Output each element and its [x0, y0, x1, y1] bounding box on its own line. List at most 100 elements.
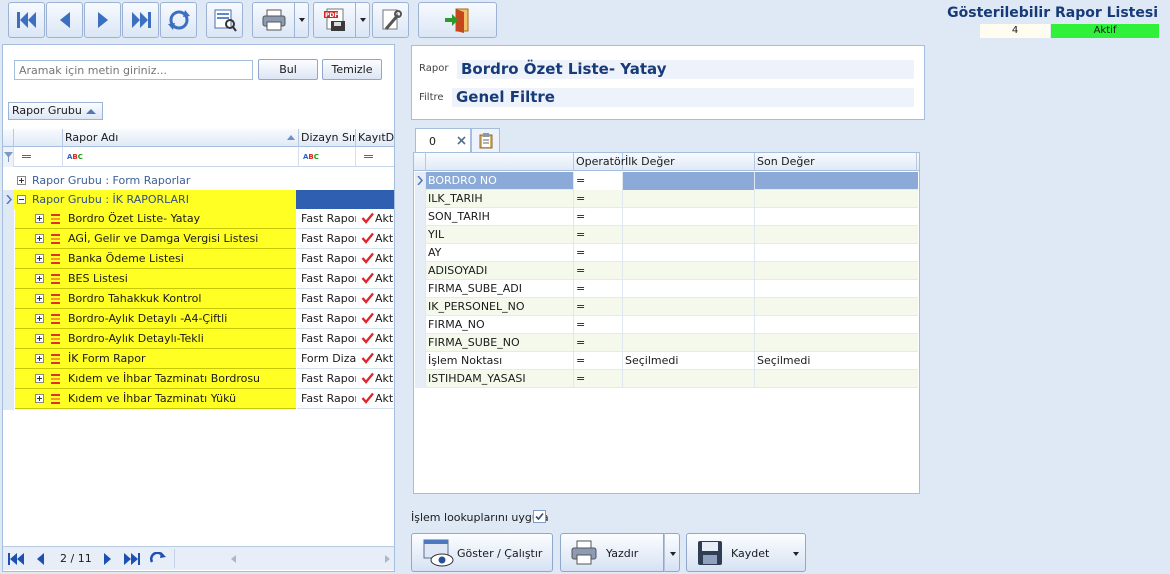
find-button[interactable]: Bul	[258, 59, 318, 80]
expand-icon[interactable]	[35, 354, 44, 363]
last-value-cell[interactable]	[755, 316, 918, 334]
report-row[interactable]: BES Listesi Fast Rapor Aktif	[3, 269, 394, 289]
report-row[interactable]: Bordro Tahakkuk Kontrol Fast Rapor Aktif	[3, 289, 394, 309]
close-icon[interactable]	[457, 136, 466, 145]
first-value-cell[interactable]	[623, 370, 755, 388]
first-value-cell[interactable]	[623, 298, 755, 316]
column-header-parameter[interactable]	[426, 153, 574, 171]
save-button[interactable]: Kaydet	[686, 533, 806, 572]
first-value-cell[interactable]	[623, 208, 755, 226]
report-row[interactable]: İK Form Rapor Form Dizayn Aktif	[3, 349, 394, 369]
expand-icon[interactable]	[35, 254, 44, 263]
expand-icon[interactable]	[35, 274, 44, 283]
pdf-export-button[interactable]: PDF	[313, 2, 356, 38]
parameter-row[interactable]: FIRMA_NO =	[415, 316, 918, 334]
next-record-button[interactable]	[84, 2, 121, 38]
report-row[interactable]: Kıdem ve İhbar Tazminatı Bordrosu Fast Ra…	[3, 369, 394, 389]
first-value-cell[interactable]: Seçilmedi	[623, 352, 755, 370]
expand-icon[interactable]	[35, 394, 44, 403]
filter-cell-indent[interactable]	[14, 147, 63, 167]
column-header-record-status[interactable]: KayıtDurumu	[356, 129, 394, 147]
scroll-left-icon[interactable]	[231, 555, 237, 563]
parameter-row[interactable]: BORDRO NO =	[415, 172, 918, 190]
report-row[interactable]: Bordro-Aylık Detaylı -A4-Çiftli Fast Rapo…	[3, 309, 394, 329]
refresh-icon[interactable]	[149, 552, 167, 566]
prev-page-icon[interactable]	[35, 552, 45, 566]
settings-button[interactable]	[372, 2, 409, 38]
last-page-icon[interactable]	[123, 552, 141, 566]
operator-cell[interactable]: =	[574, 352, 623, 370]
column-header-first-value[interactable]: İlk Değer	[623, 153, 755, 171]
report-row[interactable]: Bordro Özet Liste- Yatay Fast Rapor Aktif	[3, 209, 394, 229]
operator-cell[interactable]: =	[574, 244, 623, 262]
filter-cell-design-class[interactable]: ABC	[299, 147, 356, 167]
expand-icon[interactable]	[35, 334, 44, 343]
print-toolbar-button[interactable]	[252, 2, 295, 38]
expand-icon[interactable]	[35, 294, 44, 303]
last-value-cell[interactable]	[755, 370, 918, 388]
operator-cell[interactable]: =	[574, 262, 623, 280]
expand-icon[interactable]	[35, 314, 44, 323]
last-value-cell[interactable]	[755, 262, 918, 280]
operator-cell[interactable]: =	[574, 334, 623, 352]
collapse-icon[interactable]	[17, 195, 26, 204]
last-value-cell[interactable]	[755, 172, 918, 190]
operator-cell[interactable]: =	[574, 370, 623, 388]
report-row[interactable]: Banka Ödeme Listesi Fast Rapor Aktif	[3, 249, 394, 269]
first-value-cell[interactable]	[623, 190, 755, 208]
expand-icon[interactable]	[35, 374, 44, 383]
operator-cell[interactable]: =	[574, 208, 623, 226]
refresh-button[interactable]	[160, 2, 197, 38]
parameter-row[interactable]: FIRMA_SUBE_ADI =	[415, 280, 918, 298]
last-value-cell[interactable]	[755, 244, 918, 262]
print-button[interactable]: Yazdır	[560, 533, 664, 572]
filter-cell-report-name[interactable]: ABC	[63, 147, 299, 167]
last-value-cell[interactable]	[755, 208, 918, 226]
expand-icon[interactable]	[35, 234, 44, 243]
first-value-cell[interactable]	[623, 280, 755, 298]
group-row-form-raporlar[interactable]: Rapor Grubu : Form Raporlar	[3, 171, 394, 190]
group-by-chip[interactable]: Rapor Grubu	[8, 102, 103, 120]
horizontal-scrollbar[interactable]	[174, 549, 392, 568]
previous-record-button[interactable]	[46, 2, 83, 38]
print-dropdown-arrow[interactable]	[664, 533, 680, 572]
scroll-right-icon[interactable]	[384, 555, 390, 563]
lookup-checkbox[interactable]	[533, 510, 546, 523]
report-row[interactable]: Bordro-Aylık Detaylı-Tekli Fast Rapor Akti…	[3, 329, 394, 349]
parameter-row[interactable]: ILK_TARIH =	[415, 190, 918, 208]
last-record-button[interactable]	[122, 2, 159, 38]
parameter-row[interactable]: İşlem Noktası = Seçilmedi Seçilmedi	[415, 352, 918, 370]
column-header-design-class[interactable]: Dizayn Sınıfı	[299, 129, 356, 147]
parameter-row[interactable]: ISTIHDAM_YASASI =	[415, 370, 918, 388]
report-row[interactable]: AGİ, Gelir ve Damga Vergisi Listesi Fast …	[3, 229, 394, 249]
first-record-button[interactable]	[8, 2, 45, 38]
show-run-button[interactable]: Göster / Çalıştır	[411, 533, 553, 572]
last-value-cell[interactable]	[755, 190, 918, 208]
operator-cell[interactable]: =	[574, 298, 623, 316]
first-value-cell[interactable]	[623, 226, 755, 244]
expand-icon[interactable]	[17, 176, 26, 185]
first-value-cell[interactable]	[623, 334, 755, 352]
last-value-cell[interactable]: Seçilmedi	[755, 352, 918, 370]
last-value-cell[interactable]	[755, 280, 918, 298]
parameter-row[interactable]: ADISOYADI =	[415, 262, 918, 280]
search-input[interactable]	[14, 60, 253, 80]
first-page-icon[interactable]	[7, 552, 25, 566]
tab-add[interactable]	[471, 128, 500, 152]
parameter-row[interactable]: IK_PERSONEL_NO =	[415, 298, 918, 316]
last-value-cell[interactable]	[755, 334, 918, 352]
column-header-last-value[interactable]: Son Değer	[755, 153, 917, 171]
column-header-operator[interactable]: Operatör	[574, 153, 625, 171]
exit-button[interactable]	[418, 2, 497, 38]
first-value-cell[interactable]	[623, 172, 755, 190]
last-value-cell[interactable]	[755, 226, 918, 244]
parameter-row[interactable]: AY =	[415, 244, 918, 262]
last-value-cell[interactable]	[755, 298, 918, 316]
first-value-cell[interactable]	[623, 244, 755, 262]
filter-cell-record-status[interactable]	[356, 147, 394, 167]
clear-button[interactable]: Temizle	[322, 59, 382, 80]
parameter-row[interactable]: FIRMA_SUBE_NO =	[415, 334, 918, 352]
tab-0[interactable]: 0	[415, 128, 471, 152]
group-row-ik-raporlari[interactable]: Rapor Grubu : İK RAPORLARI	[3, 190, 394, 209]
next-page-icon[interactable]	[103, 552, 113, 566]
